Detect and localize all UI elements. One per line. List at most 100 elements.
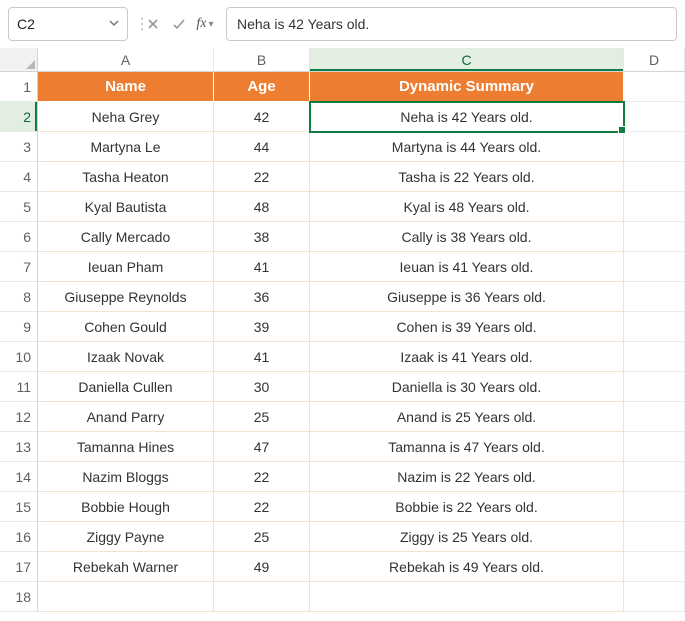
column-header-D[interactable]: D	[624, 48, 685, 72]
row-header[interactable]: 9	[0, 312, 38, 342]
cell[interactable]: Ziggy is 25 Years old.	[310, 522, 624, 552]
cell[interactable]: 42	[214, 102, 310, 132]
enter-icon[interactable]	[170, 18, 188, 30]
cell[interactable]: Cohen Gould	[38, 312, 214, 342]
cell[interactable]: Kyal is 48 Years old.	[310, 192, 624, 222]
cell[interactable]: Cally Mercado	[38, 222, 214, 252]
cell[interactable]	[624, 342, 685, 372]
cell[interactable]: Nazim is 22 Years old.	[310, 462, 624, 492]
cell[interactable]	[310, 582, 624, 612]
row-header[interactable]: 15	[0, 492, 38, 522]
cell[interactable]: Ieuan Pham	[38, 252, 214, 282]
cell[interactable]	[624, 192, 685, 222]
row-header[interactable]: 13	[0, 432, 38, 462]
table-header-cell[interactable]: Name	[38, 72, 214, 102]
cell[interactable]: Cally is 38 Years old.	[310, 222, 624, 252]
cell[interactable]: Ieuan is 41 Years old.	[310, 252, 624, 282]
cell[interactable]: 30	[214, 372, 310, 402]
chevron-down-icon[interactable]	[109, 17, 119, 31]
cell[interactable]: Martyna is 44 Years old.	[310, 132, 624, 162]
cell[interactable]: 39	[214, 312, 310, 342]
cell[interactable]: Bobbie is 22 Years old.	[310, 492, 624, 522]
row-header[interactable]: 8	[0, 282, 38, 312]
select-all-corner[interactable]	[0, 48, 38, 72]
cell[interactable]: Ziggy Payne	[38, 522, 214, 552]
cell[interactable]	[624, 312, 685, 342]
cell[interactable]: 25	[214, 402, 310, 432]
cell[interactable]	[624, 492, 685, 522]
cell[interactable]: 22	[214, 462, 310, 492]
cell[interactable]: Izaak Novak	[38, 342, 214, 372]
cell[interactable]: 47	[214, 432, 310, 462]
spreadsheet-grid[interactable]: ABCD1NameAgeDynamic Summary2Neha Grey42N…	[0, 48, 685, 612]
cell[interactable]: 38	[214, 222, 310, 252]
cell[interactable]	[624, 222, 685, 252]
cell[interactable]: 41	[214, 342, 310, 372]
row-header[interactable]: 1	[0, 72, 38, 102]
cancel-icon[interactable]	[144, 18, 162, 30]
cell[interactable]: 49	[214, 552, 310, 582]
cell[interactable]: 22	[214, 492, 310, 522]
cell[interactable]: 41	[214, 252, 310, 282]
column-header-C[interactable]: C	[310, 48, 624, 72]
cell[interactable]	[624, 402, 685, 432]
column-header-A[interactable]: A	[38, 48, 214, 72]
fx-icon[interactable]: fx▾	[196, 16, 214, 32]
cell[interactable]	[624, 522, 685, 552]
cell[interactable]: Martyna Le	[38, 132, 214, 162]
cell[interactable]: Tasha is 22 Years old.	[310, 162, 624, 192]
row-header[interactable]: 12	[0, 402, 38, 432]
cell[interactable]: Tamanna is 47 Years old.	[310, 432, 624, 462]
cell[interactable]	[38, 582, 214, 612]
cell[interactable]	[624, 432, 685, 462]
row-header[interactable]: 16	[0, 522, 38, 552]
table-header-cell[interactable]: Dynamic Summary	[310, 72, 624, 102]
cell[interactable]: Giuseppe is 36 Years old.	[310, 282, 624, 312]
cell[interactable]: Tamanna Hines	[38, 432, 214, 462]
cell[interactable]	[624, 102, 685, 132]
row-header[interactable]: 2	[0, 102, 38, 132]
row-header[interactable]: 11	[0, 372, 38, 402]
cell[interactable]: Cohen is 39 Years old.	[310, 312, 624, 342]
row-header[interactable]: 7	[0, 252, 38, 282]
cell[interactable]	[624, 162, 685, 192]
cell[interactable]: Neha is 42 Years old.	[310, 102, 624, 132]
row-header[interactable]: 10	[0, 342, 38, 372]
cell[interactable]	[624, 132, 685, 162]
cell[interactable]	[624, 372, 685, 402]
cell[interactable]: Giuseppe Reynolds	[38, 282, 214, 312]
cell[interactable]: Daniella is 30 Years old.	[310, 372, 624, 402]
row-header[interactable]: 4	[0, 162, 38, 192]
row-header[interactable]: 5	[0, 192, 38, 222]
cell[interactable]: Rebekah Warner	[38, 552, 214, 582]
cell[interactable]	[624, 462, 685, 492]
cell[interactable]	[624, 552, 685, 582]
row-header[interactable]: 3	[0, 132, 38, 162]
cell[interactable]: Kyal Bautista	[38, 192, 214, 222]
column-header-B[interactable]: B	[214, 48, 310, 72]
row-header[interactable]: 18	[0, 582, 38, 612]
name-box[interactable]: C2	[8, 7, 128, 41]
cell[interactable]: Anand Parry	[38, 402, 214, 432]
cell[interactable]	[624, 582, 685, 612]
row-header[interactable]: 17	[0, 552, 38, 582]
cell[interactable]: 48	[214, 192, 310, 222]
row-header[interactable]: 6	[0, 222, 38, 252]
cell[interactable]: Tasha Heaton	[38, 162, 214, 192]
cell[interactable]: Neha Grey	[38, 102, 214, 132]
cell[interactable]: Nazim Bloggs	[38, 462, 214, 492]
cell[interactable]: 25	[214, 522, 310, 552]
cell[interactable]: Izaak is 41 Years old.	[310, 342, 624, 372]
cell[interactable]	[624, 252, 685, 282]
cell[interactable]: Bobbie Hough	[38, 492, 214, 522]
cell[interactable]: 22	[214, 162, 310, 192]
cell[interactable]: 36	[214, 282, 310, 312]
cell[interactable]: Daniella Cullen	[38, 372, 214, 402]
cell[interactable]	[624, 282, 685, 312]
cell[interactable]	[214, 582, 310, 612]
table-header-cell[interactable]: Age	[214, 72, 310, 102]
formula-input[interactable]: Neha is 42 Years old.	[226, 7, 677, 41]
cell[interactable]: 44	[214, 132, 310, 162]
table-header-cell[interactable]	[624, 72, 685, 102]
row-header[interactable]: 14	[0, 462, 38, 492]
